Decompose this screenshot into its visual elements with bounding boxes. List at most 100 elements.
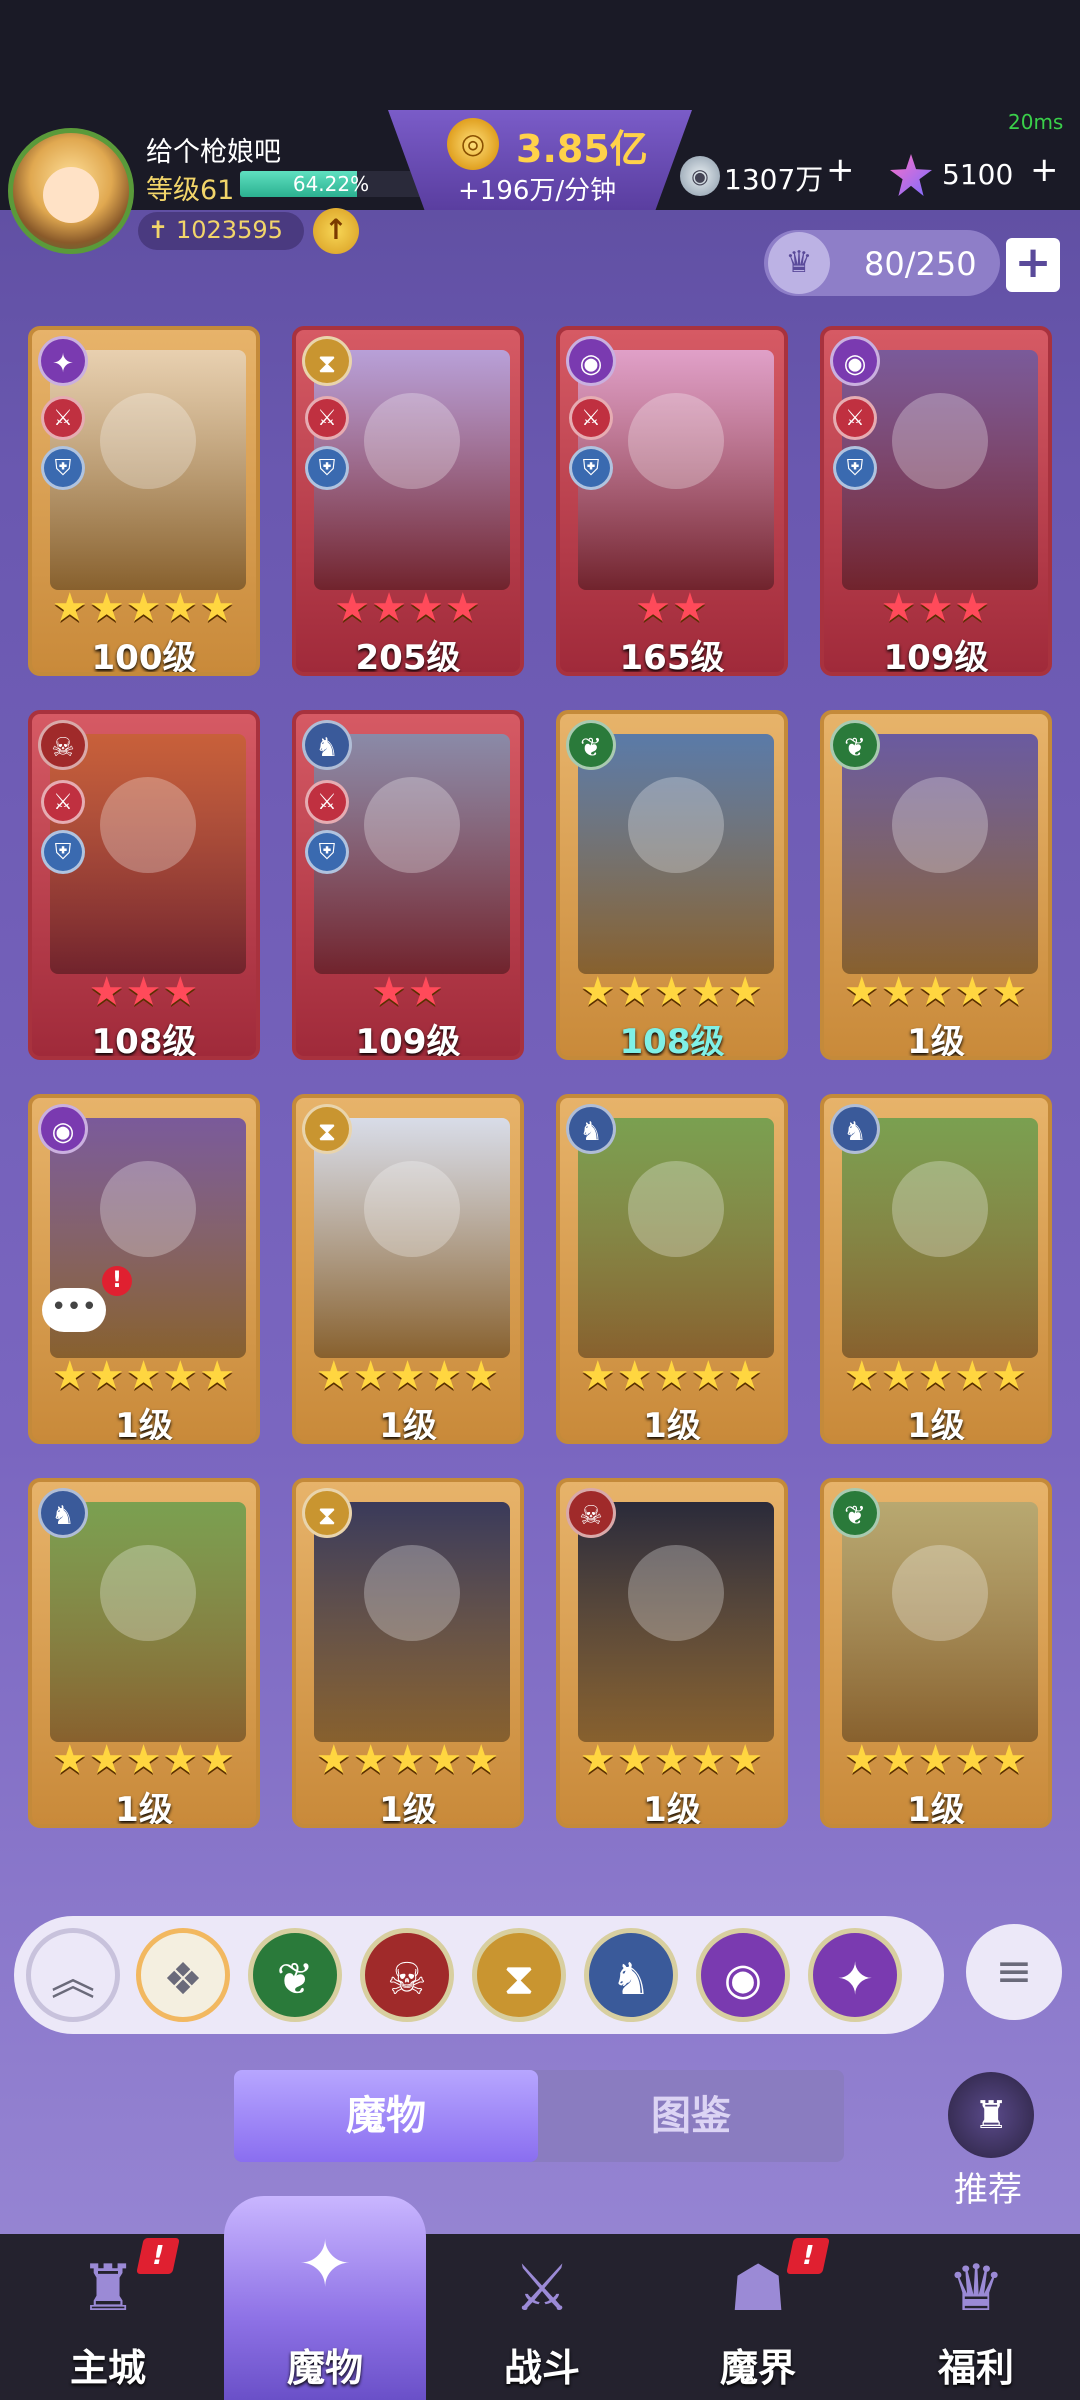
nav-icon: ♛ [947, 2252, 1005, 2326]
filter-fire-icon[interactable]: ☠ [360, 1928, 454, 2022]
dragon-element-icon: ♞ [302, 720, 352, 770]
eye-element-icon: ◉ [566, 336, 616, 386]
filter-wind-icon[interactable]: ✦ [808, 1928, 902, 2022]
nav-item-2[interactable]: ⚔ 战斗 [452, 2220, 632, 2400]
monster-card[interactable]: ♞ ★★★★★ 1级 [28, 1478, 260, 1828]
monster-portrait [842, 1502, 1038, 1742]
star-rating: ★★★★★ [579, 1737, 765, 1783]
star-rating: ★★★★★ [315, 1737, 501, 1783]
add-gem-button[interactable]: + [1030, 150, 1059, 190]
ping-readout: 20ms [1008, 110, 1064, 134]
chat-bubble-icon[interactable]: ••• [42, 1288, 106, 1332]
monster-card[interactable]: ✦ ⚔ ⛨ ★★★★★ 100级 [28, 326, 260, 676]
monster-card[interactable]: ⧗ ⚔ ⛨ ★★★★ 205级 [292, 326, 524, 676]
nav-icon: ☗ [729, 2252, 787, 2326]
dragon-element-icon: ♞ [830, 1104, 880, 1154]
monster-card[interactable]: ❦ ★★★★★ 108级 [556, 710, 788, 1060]
filter-time-icon[interactable]: ⧗ [472, 1928, 566, 2022]
nav-item-3[interactable]: ☗ 魔界! [668, 2220, 848, 2400]
star-rating: ★★★★ [334, 585, 482, 631]
filter-dragon-icon[interactable]: ♞ [584, 1928, 678, 2022]
shield-role-icon: ⛨ [569, 446, 613, 490]
nav-label: 魔物 [286, 2346, 363, 2390]
monster-level: 1级 [379, 1790, 437, 1828]
arrow-up-icon[interactable]: ↑ [313, 208, 359, 254]
player-avatar[interactable] [8, 128, 134, 254]
monster-card[interactable]: ☠ ⚔ ⛨ ★★★ 108级 [28, 710, 260, 1060]
tab-monsters[interactable]: 魔物 [234, 2070, 538, 2162]
shield-role-icon: ⛨ [305, 446, 349, 490]
monster-level: 1级 [907, 1790, 965, 1828]
monster-level: 1级 [379, 1406, 437, 1444]
attack-role-icon: ⚔ [569, 396, 613, 440]
monster-card[interactable]: ♞ ★★★★★ 1级 [820, 1094, 1052, 1444]
monster-card[interactable]: ♞ ⚔ ⛨ ★★ 109级 [292, 710, 524, 1060]
attack-role-icon: ⚔ [41, 396, 85, 440]
star-rating: ★★★★★ [51, 1353, 237, 1399]
recommend-label[interactable]: 推荐 [954, 2162, 1022, 2211]
monster-card[interactable]: ⧗ ★★★★★ 1级 [292, 1094, 524, 1444]
monster-level: 100级 [91, 638, 197, 676]
monster-card[interactable]: ◉ ⚔ ⛨ ★★ 165级 [556, 326, 788, 676]
player-level: 等级61 [146, 175, 235, 206]
monster-card[interactable]: ❦ ★★★★★ 1级 [820, 1478, 1052, 1828]
monster-card[interactable]: ❦ ★★★★★ 1级 [820, 710, 1052, 1060]
monster-portrait [314, 1502, 510, 1742]
star-rating: ★★ [635, 585, 709, 631]
monster-portrait [842, 1118, 1038, 1358]
monster-portrait [578, 734, 774, 974]
nav-icon: ♜ [79, 2252, 137, 2326]
monster-level: 108级 [91, 1022, 197, 1060]
nav-label: 魔界 [719, 2346, 796, 2390]
filter-collapse-icon[interactable]: ︽ [26, 1928, 120, 2022]
monster-card[interactable]: ⧗ ★★★★★ 1级 [292, 1478, 524, 1828]
monster-card[interactable]: ☠ ★★★★★ 1级 [556, 1478, 788, 1828]
monster-level: 109级 [355, 1022, 461, 1060]
monster-level: 109级 [883, 638, 989, 676]
nav-icon: ⚔ [513, 2252, 571, 2326]
star-rating: ★★★★★ [579, 1353, 765, 1399]
filter-all-icon[interactable]: ❖ [136, 1928, 230, 2022]
monster-level: 205级 [355, 638, 461, 676]
shield-role-icon: ⛨ [41, 830, 85, 874]
recommend-icon[interactable]: ♜ [948, 2072, 1034, 2158]
star-rating: ★★★★★ [579, 969, 765, 1015]
monster-card[interactable]: ♞ ★★★★★ 1级 [556, 1094, 788, 1444]
tab-codex[interactable]: 图鉴 [538, 2070, 844, 2162]
fire-element-icon: ☠ [38, 720, 88, 770]
sort-icon[interactable]: ≡ [966, 1924, 1062, 2020]
shield-role-icon: ⛨ [833, 446, 877, 490]
monster-portrait [578, 1118, 774, 1358]
monster-level: 1级 [643, 1406, 701, 1444]
nature-element-icon: ❦ [566, 720, 616, 770]
monster-level: 1级 [115, 1790, 173, 1828]
nature-element-icon: ❦ [830, 1488, 880, 1538]
gem-amount: 5100 [942, 158, 1014, 191]
add-silver-button[interactable]: + [826, 150, 855, 190]
shield-role-icon: ⛨ [41, 446, 85, 490]
time-element-icon: ⧗ [302, 336, 352, 386]
nav-item-1[interactable]: ✦ 魔物 [224, 2196, 426, 2400]
silver-amount: 1307万 [724, 163, 824, 196]
monster-portrait [842, 734, 1038, 974]
nav-label: 主城 [69, 2346, 146, 2390]
attack-role-icon: ⚔ [305, 780, 349, 824]
nav-item-4[interactable]: ♛ 福利 [886, 2220, 1066, 2400]
time-element-icon: ⧗ [302, 1104, 352, 1154]
notification-badge: ! [786, 2238, 830, 2274]
attack-role-icon: ⚔ [833, 396, 877, 440]
gold-amount: 3.85亿 [516, 127, 648, 171]
capacity-add-button[interactable]: + [1006, 238, 1060, 292]
star-rating: ★★ [371, 969, 445, 1015]
gold-coin-icon: ◎ [447, 118, 499, 170]
monster-level: 1级 [907, 1022, 965, 1060]
monster-card[interactable]: ◉ ⚔ ⛨ ★★★ 109级 [820, 326, 1052, 676]
exp-bar: 64.22% [240, 171, 422, 197]
eye-element-icon: ◉ [38, 1104, 88, 1154]
filter-nature-icon[interactable]: ❦ [248, 1928, 342, 2022]
filter-eye-icon[interactable]: ◉ [696, 1928, 790, 2022]
avatar-face [43, 167, 99, 223]
monster-level: 1级 [907, 1406, 965, 1444]
monster-card[interactable]: ◉! ••• ★★★★★ 1级 [28, 1094, 260, 1444]
nav-item-0[interactable]: ♜ 主城! [18, 2220, 198, 2400]
